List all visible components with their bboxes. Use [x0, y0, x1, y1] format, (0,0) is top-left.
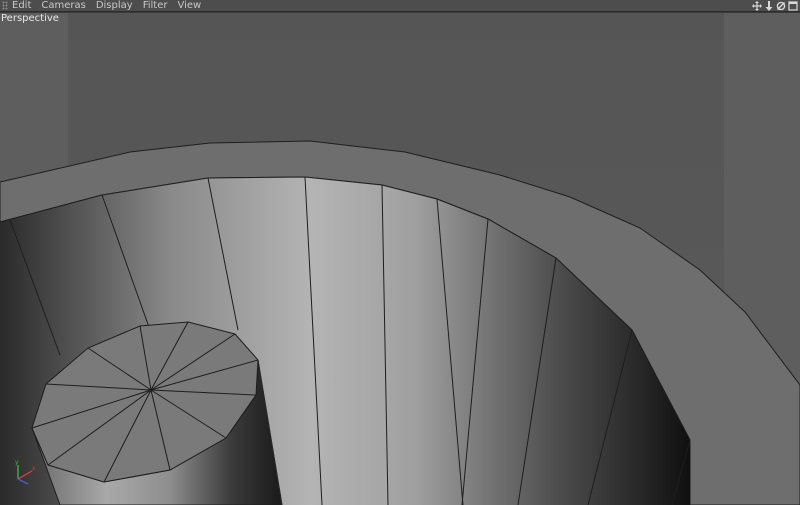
menu-filter[interactable]: Filter — [143, 0, 168, 12]
menu-edit[interactable]: Edit — [12, 0, 31, 12]
move-icon[interactable] — [752, 1, 762, 11]
menu-display[interactable]: Display — [96, 0, 133, 12]
rotate-icon[interactable] — [776, 1, 786, 11]
zoom-icon[interactable] — [764, 1, 774, 11]
viewport-nav-icons — [752, 0, 798, 12]
menu-cameras[interactable]: Cameras — [41, 0, 85, 12]
viewport-scene[interactable] — [0, 13, 800, 505]
axis-gizmo-icon: y x — [15, 459, 36, 485]
svg-text:x: x — [32, 465, 36, 472]
maximize-icon[interactable] — [788, 1, 798, 11]
menu-bar: Edit Cameras Display Filter View — [0, 0, 800, 12]
perspective-viewport[interactable]: Perspective y x — [0, 13, 800, 505]
svg-text:y: y — [15, 459, 19, 466]
grip-icon[interactable] — [2, 1, 8, 10]
viewport-camera-label[interactable]: Perspective — [0, 13, 59, 25]
menu-view[interactable]: View — [177, 0, 201, 12]
